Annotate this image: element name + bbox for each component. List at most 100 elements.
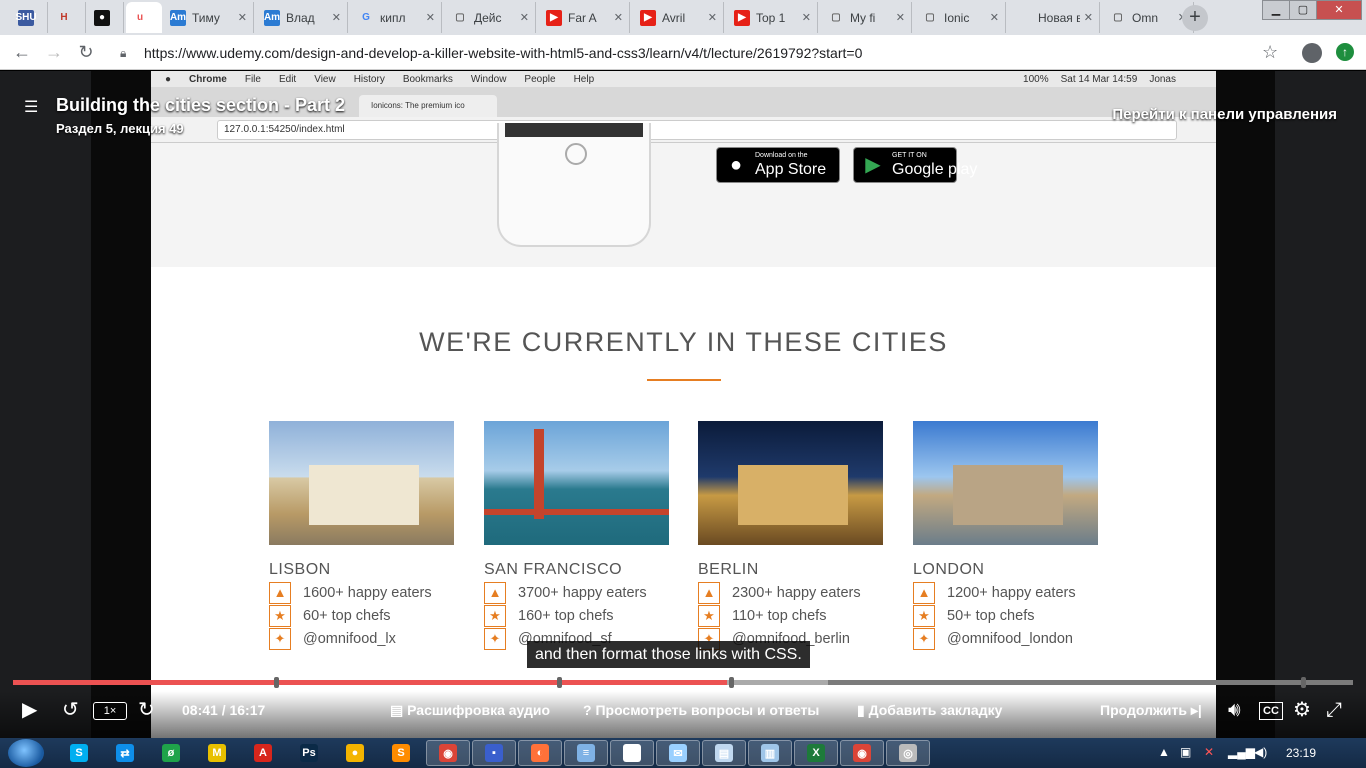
rewind-icon[interactable]: ↺	[62, 699, 79, 721]
back-icon[interactable]: ←	[10, 41, 34, 65]
browser-tab[interactable]: Am Влад ✕	[258, 2, 348, 33]
browser-tab[interactable]: ▢ My fi ✕	[822, 2, 912, 33]
account-icon[interactable]	[1302, 43, 1322, 63]
notepad-icon[interactable]: ≡	[564, 740, 608, 766]
close-tab-icon[interactable]: ✕	[708, 11, 717, 24]
browser-tab[interactable]: ▶ Far A ✕	[540, 2, 630, 33]
city-feature: ✦ @omnifood_london	[913, 627, 1098, 650]
twitter-link: @omnifood_lx	[303, 630, 396, 647]
browser-tab[interactable]: ▢ Дейс ✕	[446, 2, 536, 33]
photoshop-icon[interactable]: Ps	[288, 740, 330, 766]
close-tab-icon[interactable]: ✕	[990, 11, 999, 24]
network-icon[interactable]: ▤	[702, 740, 746, 766]
browser-tab[interactable]: ▶ Avril ✕	[634, 2, 724, 33]
landmark-shape	[484, 509, 669, 515]
new-tab-button[interactable]: +	[1182, 5, 1208, 31]
close-tab-icon[interactable]: ✕	[1084, 11, 1093, 24]
browser-tab[interactable]: Gкипл ✕	[352, 2, 442, 33]
city-feature: ▲ 1600+ happy eaters	[269, 581, 454, 604]
app-glyph: ▣	[623, 744, 641, 762]
browser-tab[interactable]: u	[126, 2, 162, 33]
extension-icon[interactable]: ↑	[1336, 43, 1354, 61]
browser-tab[interactable]: ▶ Top 1 ✕	[728, 2, 818, 33]
progress-bar[interactable]	[13, 677, 1353, 688]
m-app-icon[interactable]: M	[196, 740, 238, 766]
excel-icon[interactable]: X	[794, 740, 838, 766]
control-bar: ▶ ↺ 1× ↻ 08:41 / 16:17 ▤ Расшифровка ауд…	[0, 691, 1366, 738]
forward-icon[interactable]: ↻	[138, 699, 155, 721]
close-window-button[interactable]: ✕	[1316, 0, 1362, 20]
mac-menu-item: Window	[470, 73, 507, 85]
video-player[interactable]: ● Chrome File Edit View History Bookmarks Wind…	[0, 71, 1366, 738]
city-card: LISBON ▲ 1600+ happy eaters ★ 60+ top chefs ✦…	[269, 421, 454, 650]
address-bar[interactable]: 🔒︎ https://www.udemy.com/design-and-deve…	[112, 38, 1292, 67]
browser-tab[interactable]: Новая вкл ✕	[1010, 2, 1100, 33]
close-tab-icon[interactable]: ✕	[426, 11, 435, 24]
fullscreen-icon[interactable]: ⤢	[1326, 699, 1342, 721]
start-button[interactable]	[8, 739, 44, 767]
captions-button[interactable]: CC	[1259, 702, 1283, 720]
app-green-icon[interactable]: ø	[150, 740, 192, 766]
minimize-button[interactable]: ▁	[1262, 0, 1290, 20]
dashboard-link[interactable]: Перейти к панели управления	[1112, 106, 1337, 123]
close-tab-icon[interactable]: ✕	[332, 11, 341, 24]
tray-alert-icon[interactable]: ✕	[1204, 745, 1214, 759]
tab-strip: SHU H ● u Am Тиму ✕ Am Влад ✕ Gкипл ✕ ▢ Дейс ✕ ▶ Far A ✕ ▶…	[0, 0, 1366, 35]
city-name: LISBON	[269, 561, 331, 578]
chat-icon[interactable]: ✉	[656, 740, 700, 766]
app-store-badge: ● Download on the App Store	[716, 147, 840, 183]
chrome-icon[interactable]: ◉	[426, 740, 470, 766]
app-glyph: X	[807, 744, 825, 762]
curriculum-menu-icon[interactable]: ☰	[24, 97, 38, 117]
app-last-icon[interactable]: ◎	[886, 740, 930, 766]
window-icon[interactable]: ▣	[610, 740, 654, 766]
close-tab-icon[interactable]: ✕	[802, 11, 811, 24]
firefox-icon[interactable]: ◐	[518, 740, 562, 766]
close-tab-icon[interactable]: ✕	[896, 11, 905, 24]
chrome-icon[interactable]: ◉	[840, 740, 884, 766]
bookmark-button[interactable]: ▮ Добавить закладку	[857, 699, 1002, 721]
city-feature: ▲ 2300+ happy eaters	[698, 581, 883, 604]
settings-gear-icon[interactable]: ⚙	[1293, 699, 1311, 721]
browser-tab[interactable]: ●	[88, 2, 124, 33]
browser-tab[interactable]: SHU	[12, 2, 48, 33]
explorer-icon[interactable]: ▥	[748, 740, 792, 766]
tray-device-icon[interactable]: ▣	[1180, 745, 1191, 759]
play-icon[interactable]: ▶	[22, 699, 37, 721]
city-name: SAN FRANCISCO	[484, 561, 623, 578]
teamviewer-icon[interactable]: ⇄	[104, 740, 146, 766]
bookmark-star-icon[interactable]: ☆	[1262, 42, 1278, 63]
continue-button[interactable]: Продолжить ▸|	[1100, 699, 1202, 721]
app-glyph: ≡	[577, 744, 595, 762]
acrobat-icon[interactable]: A	[242, 740, 284, 766]
bookmark-label: Добавить закладку	[868, 702, 1003, 718]
forward-icon[interactable]: →	[42, 41, 66, 65]
browser-tab[interactable]: Am Тиму ✕	[164, 2, 254, 33]
close-tab-icon[interactable]: ✕	[520, 11, 529, 24]
volume-icon[interactable]: 🔊︎	[1228, 699, 1241, 721]
tab-title: My fi	[850, 10, 876, 25]
qa-button[interactable]: ? Просмотреть вопросы и ответы	[583, 699, 819, 721]
city-feature: ★ 50+ top chefs	[913, 604, 1098, 627]
chefs-text: 60+ top chefs	[303, 607, 391, 624]
close-tab-icon[interactable]: ✕	[238, 11, 247, 24]
skype-icon[interactable]: S	[58, 740, 100, 766]
landmark-shape	[738, 465, 848, 525]
mac-menu-item: People	[524, 73, 556, 85]
reload-icon[interactable]: ↻	[74, 41, 98, 65]
maximize-button[interactable]: ▢	[1289, 0, 1317, 20]
transcript-button[interactable]: ▤ Расшифровка аудио	[390, 699, 550, 721]
signal-icon[interactable]: ▂▄▆	[1228, 745, 1255, 759]
sublime-icon[interactable]: S	[380, 740, 422, 766]
floppy-icon[interactable]: ▪	[472, 740, 516, 766]
close-tab-icon[interactable]: ✕	[614, 11, 623, 24]
playback-rate-button[interactable]: 1×	[93, 702, 127, 720]
browser-tab[interactable]: ▢ Ionic ✕	[916, 2, 1006, 33]
chrome-canary-icon[interactable]: ●	[334, 740, 376, 766]
browser-tab[interactable]: H	[50, 2, 86, 33]
tray-arrow-icon[interactable]: ▲	[1158, 745, 1170, 759]
continue-label: Продолжить	[1100, 702, 1187, 718]
speaker-icon[interactable]: ◀)	[1254, 745, 1267, 759]
person-icon: ▲	[269, 581, 291, 604]
browser-tab[interactable]: ▢Omn✕	[1104, 2, 1194, 33]
